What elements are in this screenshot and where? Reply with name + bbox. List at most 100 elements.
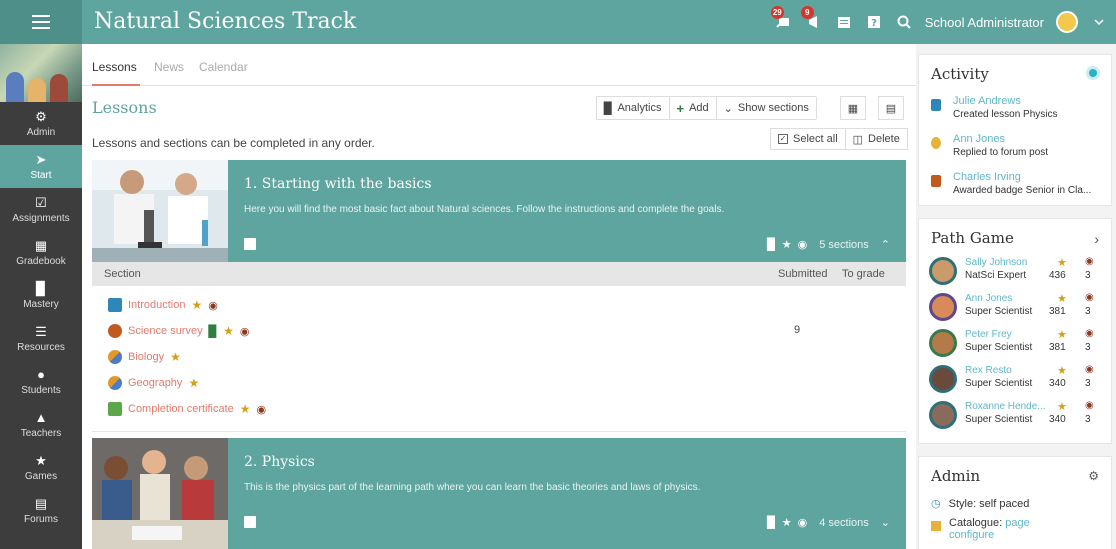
lesson-title[interactable]: 2. Physics bbox=[244, 454, 315, 470]
sidebar-item-resources[interactable]: ☰ Resources bbox=[0, 317, 82, 360]
player-points: 340 bbox=[1049, 414, 1066, 425]
notifications-icon[interactable]: 29 bbox=[770, 6, 793, 31]
list-item[interactable]: Completion certificate ★ ◉ bbox=[92, 396, 906, 422]
help-icon[interactable]: ? bbox=[865, 13, 883, 31]
sidebar-item-admin[interactable]: ⚙ Admin bbox=[0, 102, 82, 145]
grid-view-button[interactable]: ▦ bbox=[840, 96, 866, 120]
player-name[interactable]: Ann Jones bbox=[965, 293, 1012, 304]
player-badges: 3 bbox=[1085, 378, 1091, 389]
activity-description: Replied to forum post bbox=[953, 147, 1049, 158]
list-item[interactable]: Science survey ▉ ★ ◉ 9 bbox=[92, 318, 906, 344]
path-game-panel: Path Game › Sally Johnson NatSci Expert … bbox=[918, 218, 1112, 444]
section-link[interactable]: Biology bbox=[128, 351, 164, 363]
leaderboard-row[interactable]: Ann Jones Super Scientist ★ ◉ 381 3 bbox=[929, 291, 1107, 327]
calendar-icon[interactable] bbox=[835, 13, 853, 31]
search-icon[interactable] bbox=[895, 13, 913, 31]
analytics-button[interactable]: ▉ Analytics bbox=[597, 97, 670, 119]
section-table-header: Section Submitted To grade bbox=[92, 262, 906, 286]
tab-lessons[interactable]: Lessons bbox=[92, 60, 137, 74]
show-sections-button[interactable]: ⌄ Show sections bbox=[717, 97, 816, 119]
leaderboard-row[interactable]: Peter Frey Super Scientist ★ ◉ 381 3 bbox=[929, 327, 1107, 363]
activity-title: Activity bbox=[931, 65, 989, 83]
chevron-down-icon: ⌄ bbox=[723, 102, 733, 115]
user-avatar[interactable] bbox=[1056, 11, 1078, 33]
arrow-icon: ➤ bbox=[35, 151, 47, 167]
gear-icon: ⚙ bbox=[35, 108, 47, 124]
section-link[interactable]: Geography bbox=[128, 377, 182, 389]
player-name[interactable]: Roxanne Hende... bbox=[965, 401, 1046, 412]
lesson-title[interactable]: 1. Starting with the basics bbox=[244, 176, 432, 192]
sidebar-item-games[interactable]: ★ Games bbox=[0, 446, 82, 489]
chevron-down-icon[interactable]: ⌄ bbox=[881, 516, 890, 529]
catalogue-label: Catalogue: bbox=[949, 517, 1003, 529]
chevron-right-icon[interactable]: › bbox=[1094, 231, 1099, 247]
lesson-meta: ▉ ★ ◉ 4 sections ⌄ bbox=[767, 516, 890, 530]
player-badges: 3 bbox=[1085, 270, 1091, 281]
delete-label: Delete bbox=[868, 133, 900, 145]
list-item[interactable]: Introduction ★ ◉ bbox=[92, 292, 906, 318]
catalogue-page-link[interactable]: page bbox=[1005, 517, 1029, 529]
activity-description: Awarded badge Senior in Cla... bbox=[953, 185, 1092, 196]
activity-user-link[interactable]: Charles Irving bbox=[953, 171, 1021, 183]
tab-news[interactable]: News bbox=[154, 60, 184, 74]
list-item[interactable]: Geography ★ bbox=[92, 370, 906, 396]
lesson-card[interactable]: 1. Starting with the basics Here you wil… bbox=[92, 160, 906, 262]
sections-count[interactable]: 5 sections bbox=[819, 239, 869, 251]
sidebar-item-label: Games bbox=[24, 470, 58, 482]
lesson-checkbox[interactable] bbox=[244, 516, 256, 528]
style-label: Style: self paced bbox=[948, 497, 1030, 510]
announcements-icon[interactable]: 9 bbox=[800, 6, 823, 31]
section-link[interactable]: Introduction bbox=[128, 299, 185, 311]
section-link[interactable]: Science survey bbox=[128, 325, 203, 337]
tab-calendar[interactable]: Calendar bbox=[199, 60, 248, 74]
sidebar-item-mastery[interactable]: ▉ Mastery bbox=[0, 274, 82, 317]
leaderboard-row[interactable]: Roxanne Hende... Super Scientist ★ ◉ 340… bbox=[929, 399, 1107, 435]
player-name[interactable]: Sally Johnson bbox=[965, 257, 1027, 268]
delete-button[interactable]: ◫ Delete bbox=[846, 129, 907, 149]
player-points: 436 bbox=[1049, 270, 1066, 281]
activity-user-link[interactable]: Ann Jones bbox=[953, 133, 1005, 145]
catalogue-configure-link[interactable]: configure bbox=[949, 529, 994, 541]
sidebar-item-label: Gradebook bbox=[16, 255, 66, 267]
user-name[interactable]: School Administrator bbox=[925, 15, 1044, 30]
announcements-badge: 9 bbox=[800, 6, 814, 19]
star-icon: ★ bbox=[1057, 257, 1067, 269]
sidebar-item-assignments[interactable]: ☑ Assignments bbox=[0, 188, 82, 231]
sidebar-item-start[interactable]: ➤ Start bbox=[0, 145, 82, 188]
lessons-toolbar: ▉ Analytics + Add ⌄ Show sections bbox=[596, 96, 817, 120]
grid-icon: ▦ bbox=[847, 102, 859, 115]
select-all-button[interactable]: ✓ Select all bbox=[771, 129, 846, 149]
sidebar-item-students[interactable]: ● Students bbox=[0, 360, 82, 403]
trash-icon: ◫ bbox=[852, 133, 864, 146]
admin-catalogue-row: Catalogue: page configure bbox=[931, 517, 1030, 541]
leaderboard-row[interactable]: Rex Resto Super Scientist ★ ◉ 340 3 bbox=[929, 363, 1107, 399]
sections-count[interactable]: 4 sections bbox=[819, 517, 869, 529]
add-label: Add bbox=[689, 102, 709, 114]
player-name[interactable]: Peter Frey bbox=[965, 329, 1012, 340]
lesson-checkbox[interactable] bbox=[244, 238, 256, 250]
leaderboard-row[interactable]: Sally Johnson NatSci Expert ★ ◉ 436 3 bbox=[929, 255, 1107, 291]
sidebar-item-teachers[interactable]: ▲ Teachers bbox=[0, 403, 82, 446]
player-name[interactable]: Rex Resto bbox=[965, 365, 1012, 376]
shield-icon: ◉ bbox=[1085, 328, 1094, 339]
star-icon: ★ bbox=[1057, 293, 1067, 305]
chevron-up-icon[interactable]: ⌃ bbox=[881, 238, 890, 251]
plus-icon: + bbox=[676, 100, 685, 116]
list-view-button[interactable]: ▤ bbox=[878, 96, 904, 120]
lesson-card[interactable]: 2. Physics This is the physics part of t… bbox=[92, 438, 906, 549]
gear-icon[interactable]: ⚙ bbox=[1088, 469, 1099, 483]
section-link[interactable]: Completion certificate bbox=[128, 403, 234, 415]
menu-button[interactable] bbox=[0, 0, 82, 44]
add-button[interactable]: + Add bbox=[670, 97, 717, 119]
sidebar-item-forums[interactable]: ▤ Forums bbox=[0, 489, 82, 532]
sidebar-item-gradebook[interactable]: ▦ Gradebook bbox=[0, 231, 82, 274]
chevron-down-icon[interactable] bbox=[1090, 13, 1108, 31]
list-item[interactable]: Biology ★ bbox=[92, 344, 906, 370]
sidebar-item-label: Students bbox=[21, 384, 61, 396]
sidebar-item-label: Assignments bbox=[12, 212, 70, 224]
gradebook-icon: ▦ bbox=[34, 237, 48, 253]
player-title: Super Scientist bbox=[965, 414, 1033, 425]
sidebar-item-label: Teachers bbox=[20, 427, 62, 439]
sidebar-item-label: Start bbox=[30, 169, 52, 181]
activity-user-link[interactable]: Julie Andrews bbox=[953, 95, 1021, 107]
